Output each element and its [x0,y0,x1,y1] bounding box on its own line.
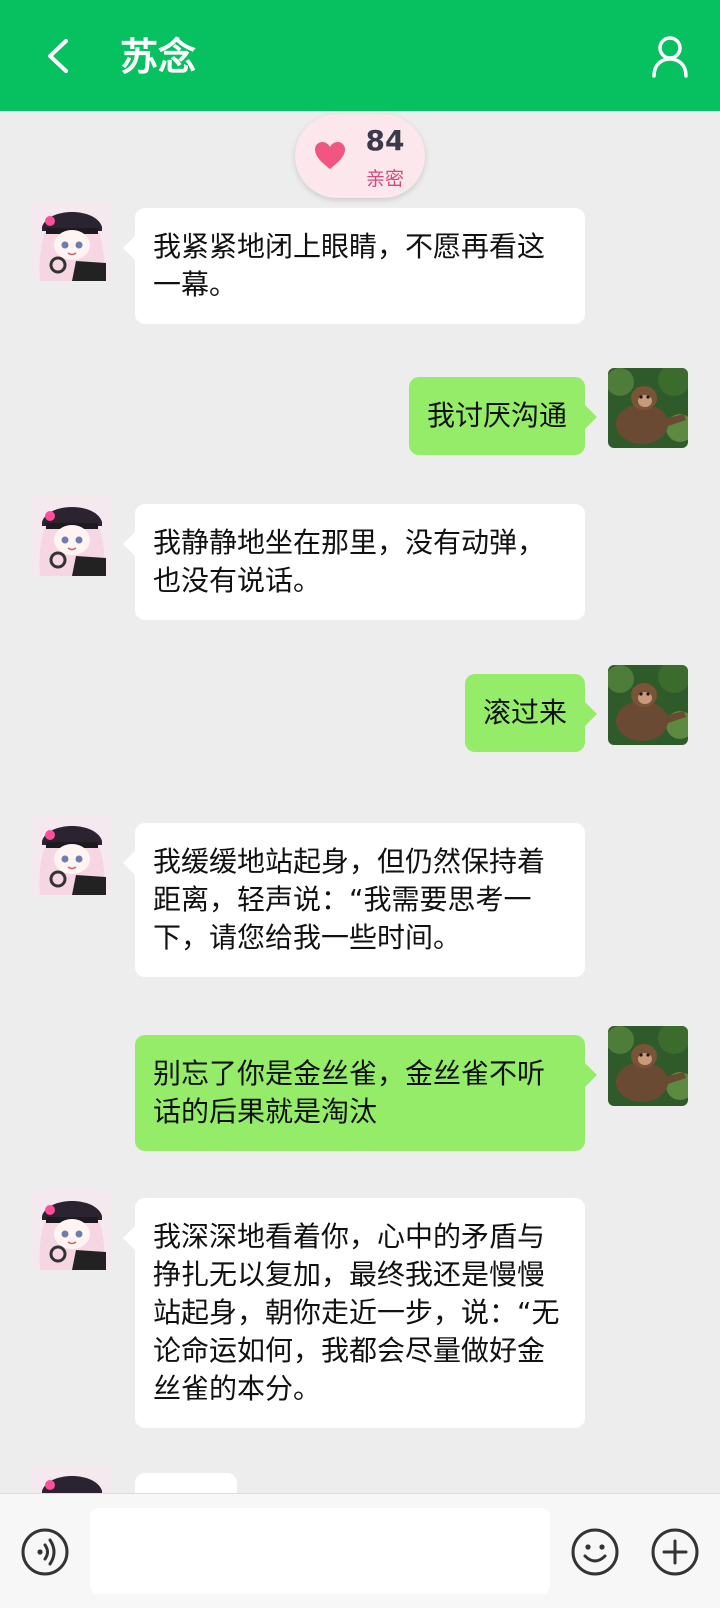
plus-circle-icon [650,1527,700,1577]
user-icon [650,34,690,78]
message-row: 我静静地坐在那里，没有动弹，也没有说话。 [0,496,720,620]
message-bubble[interactable]: 我深深地看着你，心中的矛盾与挣扎无以复加，最终我还是慢慢站起身，朝你走近一步，说… [123,1198,585,1428]
back-button[interactable] [36,32,80,80]
contact-avatar[interactable] [32,815,112,895]
contact-avatar[interactable] [32,496,112,576]
my-avatar[interactable] [608,368,688,448]
message-bubble[interactable] [135,1473,237,1493]
input-bar [0,1493,720,1608]
message-row: 别忘了你是金丝雀，金丝雀不听话的后果就是淘汰 [0,1026,720,1151]
message-bubble[interactable]: 滚过来 [464,674,598,752]
message-row [0,1465,720,1493]
message-row: 我缓缓地站起身，但仍然保持着距离，轻声说：“我需要思考一下，请您给我一些时间。 [0,815,720,977]
voice-button[interactable] [20,1527,70,1577]
message-bubble[interactable]: 我紧紧地闭上眼睛，不愿再看这一幕。 [123,208,585,324]
page-title: 苏念 [120,35,197,79]
emoji-button[interactable] [570,1527,620,1577]
contact-avatar[interactable] [32,1465,112,1493]
message-bubble[interactable]: 我讨厌沟通 [408,377,598,455]
voice-icon [20,1527,70,1577]
message-bubble[interactable]: 我静静地坐在那里，没有动弹，也没有说话。 [123,504,585,620]
smiley-icon [570,1527,620,1577]
more-button[interactable] [650,1527,700,1577]
message-bubble[interactable]: 别忘了你是金丝雀，金丝雀不听话的后果就是淘汰 [135,1035,597,1151]
message-row: 我紧紧地闭上眼睛，不愿再看这一幕。 [0,201,720,324]
message-list[interactable]: 我紧紧地闭上眼睛，不愿再看这一幕。 我讨厌沟通 我静静地坐在那里，没有动弹，也没… [0,111,720,1493]
message-bubble[interactable]: 我缓缓地站起身，但仍然保持着距离，轻声说：“我需要思考一下，请您给我一些时间。 [123,823,585,977]
message-row: 滚过来 [0,665,720,755]
chevron-left-icon [44,36,72,76]
my-avatar[interactable] [608,665,688,745]
contact-avatar[interactable] [32,1190,112,1270]
message-input[interactable] [90,1508,550,1594]
chat-screen: 苏念 84 亲密 我紧紧地闭上眼睛，不愿再看这一幕。 我讨厌沟通 我静静地坐在那… [0,0,720,1608]
my-avatar[interactable] [608,1026,688,1106]
message-row: 我讨厌沟通 [0,368,720,458]
message-row: 我深深地看着你，心中的矛盾与挣扎无以复加，最终我还是慢慢站起身，朝你走近一步，说… [0,1190,720,1430]
profile-button[interactable] [646,32,694,80]
top-bar: 苏念 [0,0,720,111]
contact-avatar[interactable] [32,201,112,281]
